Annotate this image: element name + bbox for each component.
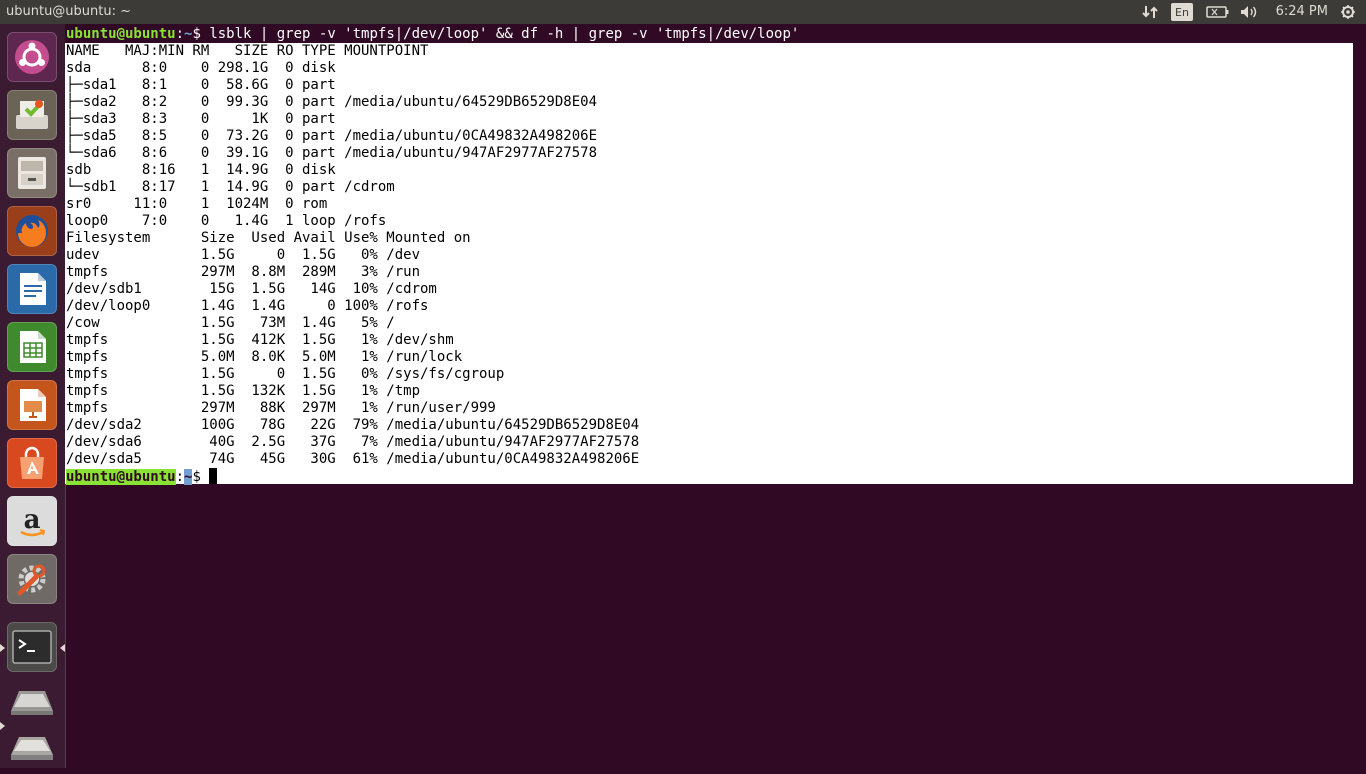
terminal-running-indicator <box>0 644 5 652</box>
output-line: sr0 11:0 1 1024M 0 rom <box>66 196 328 212</box>
terminal-icon <box>12 630 52 664</box>
power-gear-icon[interactable] <box>1338 3 1358 21</box>
amazon-icon: a <box>20 505 46 537</box>
output-line: sdb 8:16 1 14.9G 0 disk <box>66 162 336 178</box>
output-line: /dev/sda2 100G 78G 22G 79% /media/ubuntu… <box>66 417 640 433</box>
output-line: sda 8:0 0 298.1G 0 disk <box>66 60 336 76</box>
output-line: /dev/sdb1 15G 1.5G 14G 10% /cdrom <box>66 281 437 297</box>
launcher-libreoffice-impress[interactable] <box>7 380 57 430</box>
network-arrows-icon[interactable] <box>1140 3 1160 21</box>
workspace-icon <box>11 691 53 715</box>
workspace-indicator <box>0 722 5 730</box>
text-cursor <box>209 468 218 484</box>
output-line: tmpfs 1.5G 412K 1.5G 1% /dev/shm <box>66 332 454 348</box>
launcher-libreoffice-calc[interactable] <box>7 322 57 372</box>
launcher-libreoffice-writer[interactable] <box>7 264 57 314</box>
ubuntu-logo-icon <box>15 40 49 74</box>
calc-icon <box>20 331 46 363</box>
launcher-ubuntu-software[interactable] <box>7 438 57 488</box>
trash-icon <box>11 737 53 760</box>
output-line: tmpfs 1.5G 132K 1.5G 1% /tmp <box>66 383 421 399</box>
terminal-focused-indicator <box>60 644 65 652</box>
output-line: tmpfs 1.5G 0 1.5G 0% /sys/fs/cgroup <box>66 366 505 382</box>
volume-icon[interactable] <box>1238 3 1260 21</box>
file-cabinet-icon <box>18 157 46 189</box>
output-line: /dev/sda5 74G 45G 30G 61% /media/ubuntu/… <box>66 451 640 467</box>
launcher-files[interactable] <box>7 148 57 198</box>
battery-icon[interactable] <box>1205 3 1231 21</box>
launcher-terminal[interactable] <box>7 622 57 672</box>
clock[interactable]: 6:24 PM <box>1276 4 1328 19</box>
output-line: └─sda6 8:6 0 39.1G 0 part /media/ubuntu/… <box>66 145 598 161</box>
output-line: tmpfs 297M 8.8M 289M 3% /run <box>66 264 421 280</box>
launcher-firefox[interactable] <box>7 206 57 256</box>
output-line: └─sdb1 8:17 1 14.9G 0 part /cdrom <box>66 179 395 195</box>
launcher-dash-home[interactable] <box>7 32 57 82</box>
output-line: ├─sda3 8:3 0 1K 0 part <box>66 111 336 127</box>
launcher-trash[interactable] <box>7 724 57 774</box>
current-prompt[interactable]: ubuntu@ubuntu:~$ <box>66 468 218 485</box>
svg-text:a: a <box>24 505 41 535</box>
command-line: ubuntu@ubuntu:~$ lsblk | grep -v 'tmpfs|… <box>66 26 800 42</box>
output-line: udev 1.5G 0 1.5G 0% /dev <box>66 247 421 263</box>
output-line: ├─sda2 8:2 0 99.3G 0 part /media/ubuntu/… <box>66 94 598 110</box>
output-line: ├─sda1 8:1 0 58.6G 0 part <box>66 77 336 93</box>
window-title: ubuntu@ubuntu: ~ <box>6 4 132 19</box>
keyboard-language-indicator[interactable]: En <box>1171 3 1193 21</box>
writer-icon <box>20 273 46 305</box>
terminal-output: ubuntu@ubuntu:~$ lsblk | grep -v 'tmpfs|… <box>66 26 799 486</box>
top-panel: ubuntu@ubuntu: ~ En 6:24 PM <box>0 0 1366 24</box>
installer-icon <box>16 100 48 129</box>
output-line: NAME MAJ:MIN RM SIZE RO TYPE MOUNTPOINT <box>66 43 429 59</box>
launcher: a <box>0 24 66 768</box>
launcher-system-settings[interactable] <box>7 554 57 604</box>
output-line: tmpfs 297M 88K 297M 1% /run/user/999 <box>66 400 496 416</box>
launcher-amazon[interactable]: a <box>7 496 57 546</box>
output-line: Filesystem Size Used Avail Use% Mounted … <box>66 230 471 246</box>
impress-icon <box>20 389 46 421</box>
output-line: /cow 1.5G 73M 1.4G 5% / <box>66 315 395 331</box>
output-line: loop0 7:0 0 1.4G 1 loop /rofs <box>66 213 387 229</box>
shopping-bag-icon <box>20 446 44 479</box>
firefox-icon <box>16 215 48 247</box>
launcher-install-ubuntu[interactable] <box>7 90 57 140</box>
launcher-workspace-switcher[interactable] <box>7 676 57 726</box>
output-line: ├─sda5 8:5 0 73.2G 0 part /media/ubuntu/… <box>66 128 598 144</box>
output-line: tmpfs 5.0M 8.0K 5.0M 1% /run/lock <box>66 349 463 365</box>
terminal-window[interactable]: ubuntu@ubuntu:~$ lsblk | grep -v 'tmpfs|… <box>65 24 1353 486</box>
command-output: NAME MAJ:MIN RM SIZE RO TYPE MOUNTPOINT … <box>66 43 639 467</box>
output-line: /dev/loop0 1.4G 1.4G 0 100% /rofs <box>66 298 429 314</box>
output-line: /dev/sda6 40G 2.5G 37G 7% /media/ubuntu/… <box>66 434 640 450</box>
wrench-gear-icon <box>17 564 46 596</box>
